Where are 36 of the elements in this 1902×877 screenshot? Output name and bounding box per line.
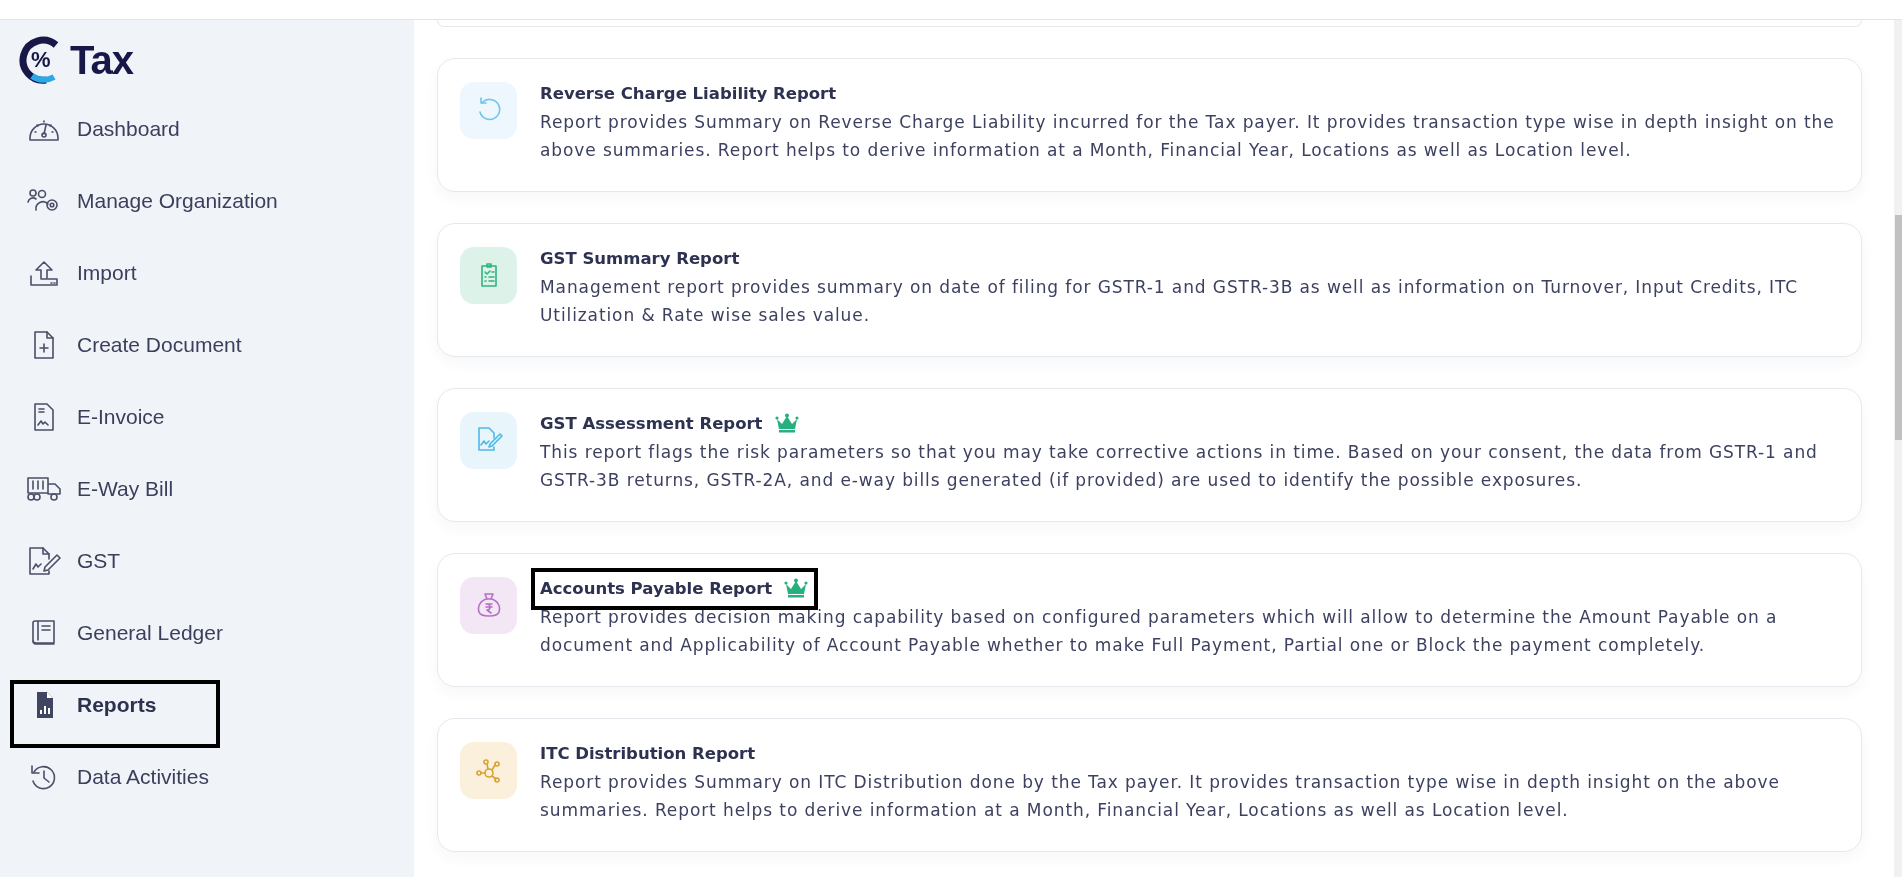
sidebar-item[interactable]: Manage Organization <box>0 165 380 237</box>
report-description: This report flags the risk parameters so that you may take corrective actions in time. Based on your consent, the data from GSTR-1 and GSTR-3B returns, GSTR-2A, and e-way bills generated (if provided) are used to identify the possible exposures. <box>540 441 1819 492</box>
sidebar-item[interactable]: Import <box>0 237 380 309</box>
people-gear-icon <box>27 188 61 214</box>
upload-icon <box>27 259 61 287</box>
logo-text: Tax <box>70 37 133 83</box>
network-nodes-icon <box>460 742 517 799</box>
report-card[interactable] <box>437 58 1862 192</box>
report-title[interactable]: Accounts Payable Report <box>540 578 773 598</box>
sidebar-item[interactable]: Reports <box>0 669 380 741</box>
report-title[interactable]: ITC Distribution Report <box>540 743 756 763</box>
sidebar-item[interactable]: General Ledger <box>0 597 380 669</box>
report-description: Report provides decision making capability based on configured parameters which will allow to determine the Amount Payable on a document and Applicability of Account Payable whether to make Full Payment, Partial one or Block the payment completely. <box>540 606 1779 657</box>
report-title[interactable]: Reverse Charge Liability Report <box>540 83 837 103</box>
truck-icon <box>26 476 62 502</box>
report-title[interactable]: GST Assessment Report <box>540 413 763 433</box>
clipboard-icon <box>460 247 517 304</box>
sidebar-item[interactable]: GST <box>0 525 380 597</box>
sidebar-item[interactable]: E-Invoice <box>0 381 380 453</box>
sidebar-item[interactable]: Data Activities <box>0 741 380 813</box>
sidebar-item[interactable]: Dashboard <box>0 93 380 165</box>
report-description: Report provides Summary on ITC Distribution done by the Tax payer. It provides transaction type wise in depth insight on the above summaries. Report helps to derive information at a Month, Financial Year, Locations as well as Location level. <box>540 771 1781 822</box>
report-description: Management report provides summary on date of filing for GSTR-1 and GSTR-3B as well as information on Turnover, Input Credits, ITC Utilization & Rate wise sales value. <box>540 276 1800 327</box>
money-bag-icon <box>460 577 517 634</box>
report-card[interactable]: GST Summary Report Management report provides summary on date of filing for GSTR-1 and GSTR-3B as well as information on Turnover, Input Credits, ITC Utilization & Rate wise sales value. <box>437 223 1862 357</box>
report-card[interactable] <box>437 718 1862 852</box>
signed-document-icon <box>27 547 61 575</box>
report-description: Report provides Summary on Reverse Charge Liability incurred for the Tax payer. It provides transaction type wise in depth insight on the above summaries. Report helps to derive information at a Month, Financial Year, Locations as well as Location level. <box>540 111 1836 162</box>
report-card[interactable] <box>437 388 1862 522</box>
undo-icon <box>460 82 517 139</box>
scrollbar-thumb[interactable] <box>1895 215 1902 440</box>
sidebar-item[interactable]: E-Way Bill <box>0 453 380 525</box>
sidebar-item[interactable]: Create Document <box>0 309 380 381</box>
signed-document-icon <box>460 412 517 469</box>
report-card[interactable] <box>437 553 1862 687</box>
report-title[interactable]: GST Summary Report <box>540 248 740 268</box>
